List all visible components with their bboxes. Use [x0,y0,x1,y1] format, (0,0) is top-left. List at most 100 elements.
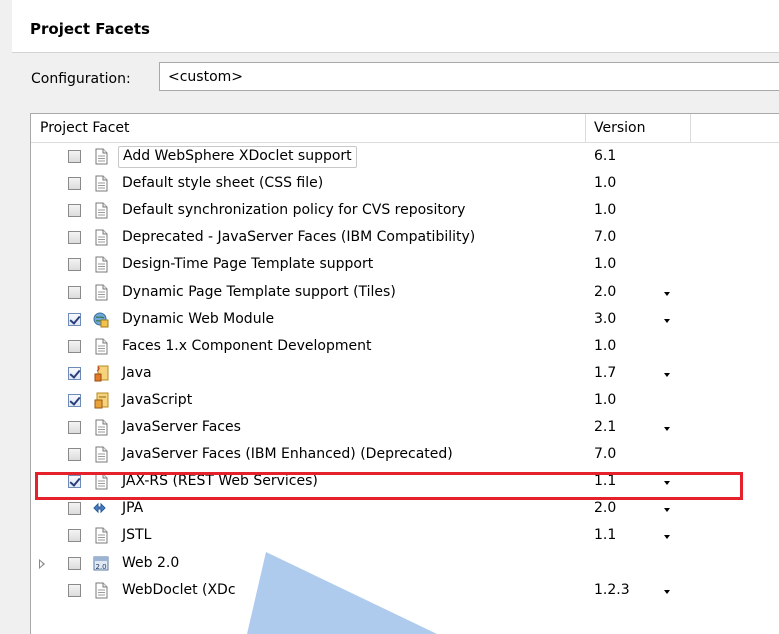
facet-label: Default style sheet (CSS file) [122,175,324,192]
facet-label: Dynamic Page Template support (Tiles) [122,283,396,300]
document-icon [93,527,109,544]
facet-checkbox[interactable] [68,475,81,489]
facet-label: Java [122,364,152,381]
svg-text:2.0: 2.0 [96,563,107,571]
facet-version: 1.0 [594,337,617,354]
facet-checkbox[interactable] [68,556,81,570]
facet-version: 7.0 [594,446,617,463]
document-icon [93,338,109,355]
document-icon [93,473,109,490]
version-dropdown-icon[interactable] [664,481,670,486]
document-icon [93,229,109,246]
java-icon [93,365,109,382]
column-header-facet[interactable]: Project Facet [40,120,130,136]
facet-label: Web 2.0 [122,554,180,571]
facet-version: 1.0 [594,391,617,408]
web20-icon: 2.0 [93,555,109,572]
facet-version: 7.0 [594,229,617,246]
version-dropdown-icon[interactable] [664,535,670,540]
javascript-icon [93,392,109,409]
table-row[interactable]: Deprecated - JavaServer Faces (IBM Compa… [31,225,779,252]
table-row[interactable]: Design-Time Page Template support 1.0 [31,252,779,279]
facet-version[interactable]: 1.1 [594,473,616,489]
document-icon [93,175,109,192]
table-row[interactable]: JAX-RS (REST Web Services) 1.1 [31,469,779,496]
document-icon [93,148,109,165]
facet-version[interactable]: 3.0 [594,311,616,327]
facet-version: 1.0 [594,175,617,192]
facet-label: Default synchronization policy for CVS r… [122,202,466,219]
table-row[interactable]: Default style sheet (CSS file) 1.0 [31,171,779,198]
facet-label: Design-Time Page Template support [122,256,374,273]
facet-checkbox[interactable] [68,339,81,353]
facet-checkbox[interactable] [68,529,81,543]
document-icon [93,446,109,463]
version-dropdown-icon[interactable] [664,427,670,431]
facet-checkbox[interactable] [68,177,81,191]
version-dropdown-icon[interactable] [664,291,670,296]
facet-label: JAX-RS (REST Web Services) [122,473,318,490]
web-module-icon [93,311,109,328]
facet-checkbox[interactable] [68,366,81,380]
facet-label: JPA [122,500,144,517]
facet-label: Deprecated - JavaServer Faces (IBM Compa… [122,229,476,246]
table-row[interactable]: JPA 2.0 [31,496,779,523]
expand-arrow-icon[interactable] [39,558,45,569]
document-icon [93,256,109,273]
facet-version[interactable]: 2.0 [594,284,616,300]
facet-checkbox[interactable] [68,393,81,407]
facet-version: 1.0 [594,202,617,219]
table-row[interactable]: Add WebSphere XDoclet support 6.1 [31,144,779,171]
column-header-version[interactable]: Version [594,120,645,136]
facet-version: 1.0 [594,256,617,273]
facet-label: JavaServer Faces [122,419,241,435]
facet-checkbox[interactable] [68,502,81,516]
page-header: Project Facets [12,0,779,53]
table-row[interactable]: JavaServer Faces 2.1 [31,415,779,442]
table-row[interactable]: Default synchronization policy for CVS r… [31,198,779,225]
configuration-select[interactable]: <custom> [159,62,779,91]
version-dropdown-icon[interactable] [664,508,670,513]
table-row[interactable]: Dynamic Page Template support (Tiles) 2.0 [31,280,779,307]
facet-checkbox[interactable] [68,231,81,245]
table-row[interactable]: JSTL 1.1 [31,523,779,550]
table-row[interactable]: Faces 1.x Component Development 1.0 [31,334,779,361]
jpa-icon [93,500,109,517]
facet-label: WebDoclet (XDc [122,581,236,598]
table-row[interactable]: Java 1.7 [31,361,779,388]
version-dropdown-icon[interactable] [664,372,670,377]
table-row[interactable]: WebDoclet (XDc 1.2.3 [31,578,779,605]
document-icon [93,202,109,219]
facet-checkbox[interactable] [68,448,81,462]
facet-version[interactable]: 2.0 [594,500,616,516]
facet-label: JavaServer Faces (IBM Enhanced) (Depreca… [122,446,453,463]
facet-checkbox[interactable] [68,150,81,163]
table-row[interactable]: 2.0 Web 2.0 [31,551,779,578]
facet-checkbox[interactable] [68,285,81,299]
facet-checkbox[interactable] [68,421,81,434]
facet-version[interactable]: 1.1 [594,527,616,543]
page-title: Project Facets [30,20,150,38]
table-row[interactable]: JavaServer Faces (IBM Enhanced) (Depreca… [31,442,779,469]
table-header: Project Facet Version [31,114,779,143]
column-divider[interactable] [585,114,586,142]
document-icon [93,284,109,301]
facet-label: Faces 1.x Component Development [122,337,372,354]
version-dropdown-icon[interactable] [664,318,670,323]
facet-checkbox[interactable] [68,204,81,218]
facet-label: Add WebSphere XDoclet support [118,146,357,168]
version-dropdown-icon[interactable] [664,589,670,594]
facet-version[interactable]: 1.2.3 [594,582,630,598]
facet-checkbox[interactable] [68,583,81,597]
facet-checkbox[interactable] [68,312,81,326]
facet-label: JavaScript [122,391,193,408]
column-divider[interactable] [690,114,691,142]
configuration-label: Configuration: [31,71,131,87]
facet-version[interactable]: 1.7 [594,365,616,381]
table-row[interactable]: Dynamic Web Module 3.0 [31,307,779,334]
table-row[interactable]: JavaScript 1.0 [31,388,779,415]
facet-version[interactable]: 2.1 [594,419,616,435]
facet-checkbox[interactable] [68,258,81,272]
facets-table: Project Facet Version Add WebSphere XDoc… [30,113,779,634]
facet-label: JSTL [122,527,152,544]
